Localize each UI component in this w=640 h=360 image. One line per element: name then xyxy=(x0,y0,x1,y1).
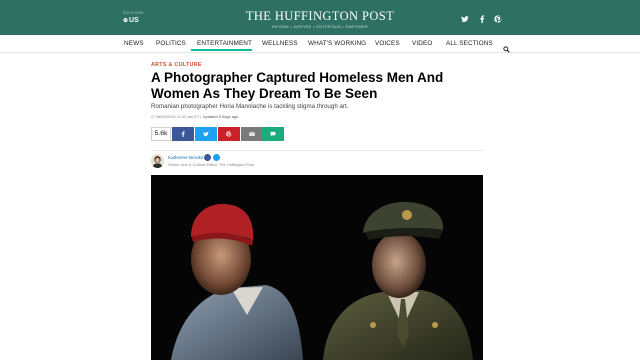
clock-icon: ◷ xyxy=(151,114,155,119)
lead-photo xyxy=(151,175,483,360)
nav-item-video[interactable]: VIDEO xyxy=(412,40,432,48)
search-icon[interactable] xyxy=(503,40,510,53)
divider xyxy=(151,150,483,151)
site-header: EDITION ⊕US THE HUFFINGTON POST INFORM •… xyxy=(0,0,640,35)
nav-item-news[interactable]: NEWS xyxy=(124,40,144,48)
nav-item-wellness[interactable]: WELLNESS xyxy=(262,40,298,48)
author-avatar[interactable] xyxy=(151,154,164,168)
share-count: 5.6k xyxy=(151,127,171,141)
nav-item-voices[interactable]: VOICES xyxy=(375,40,400,48)
published-time: 06/06/2016 11:02 am ET xyxy=(155,114,200,119)
twitter-icon xyxy=(203,131,209,137)
comment-icon xyxy=(270,131,276,137)
share-comment-button[interactable] xyxy=(262,127,284,141)
share-facebook-button[interactable] xyxy=(172,127,194,141)
share-email-button[interactable] xyxy=(241,127,263,141)
logo-title: THE HUFFINGTON POST xyxy=(245,9,395,23)
nav-item-entertainment[interactable]: ENTERTAINMENT xyxy=(197,40,252,48)
nav-item-politics[interactable]: POLITICS xyxy=(156,40,186,48)
share-twitter-button[interactable] xyxy=(195,127,217,141)
nav-item-whats-working[interactable]: WHAT'S WORKING xyxy=(308,40,366,48)
section-label[interactable]: ARTS & CULTURE xyxy=(151,62,202,68)
author-name[interactable]: Katherine Brooks xyxy=(168,155,203,160)
pinterest-icon xyxy=(226,131,232,137)
main-nav: NEWS POLITICS ENTERTAINMENT WELLNESS WHA… xyxy=(0,35,640,53)
article-dek: Romanian photographer Horia Manolache is… xyxy=(151,103,349,110)
nav-item-all-sections[interactable]: ALL SECTIONS xyxy=(446,40,493,48)
nav-active-indicator xyxy=(191,49,252,51)
author-title: Senior Arts & Culture Editor, The Huffin… xyxy=(168,162,255,167)
logo-tagline: INFORM • INSPIRE • ENTERTAIN • EMPOWER xyxy=(271,24,369,29)
updated-time: Updated 5 days ago xyxy=(202,114,239,119)
facebook-icon xyxy=(181,131,185,137)
pinterest-icon[interactable] xyxy=(494,15,502,23)
article-headline: A Photographer Captured Homeless Men And… xyxy=(151,70,444,101)
site-logo[interactable]: THE HUFFINGTON POST INFORM • INSPIRE • E… xyxy=(0,10,640,29)
author-twitter-icon[interactable] xyxy=(213,154,220,161)
email-icon xyxy=(249,131,255,136)
article-timestamp: ◷ 06/06/2016 11:02 am ET | Updated 5 day… xyxy=(151,114,239,119)
author-facebook-icon[interactable] xyxy=(204,154,211,161)
facebook-icon[interactable] xyxy=(478,15,486,23)
twitter-icon[interactable] xyxy=(461,15,469,23)
share-pinterest-button[interactable] xyxy=(218,127,240,141)
